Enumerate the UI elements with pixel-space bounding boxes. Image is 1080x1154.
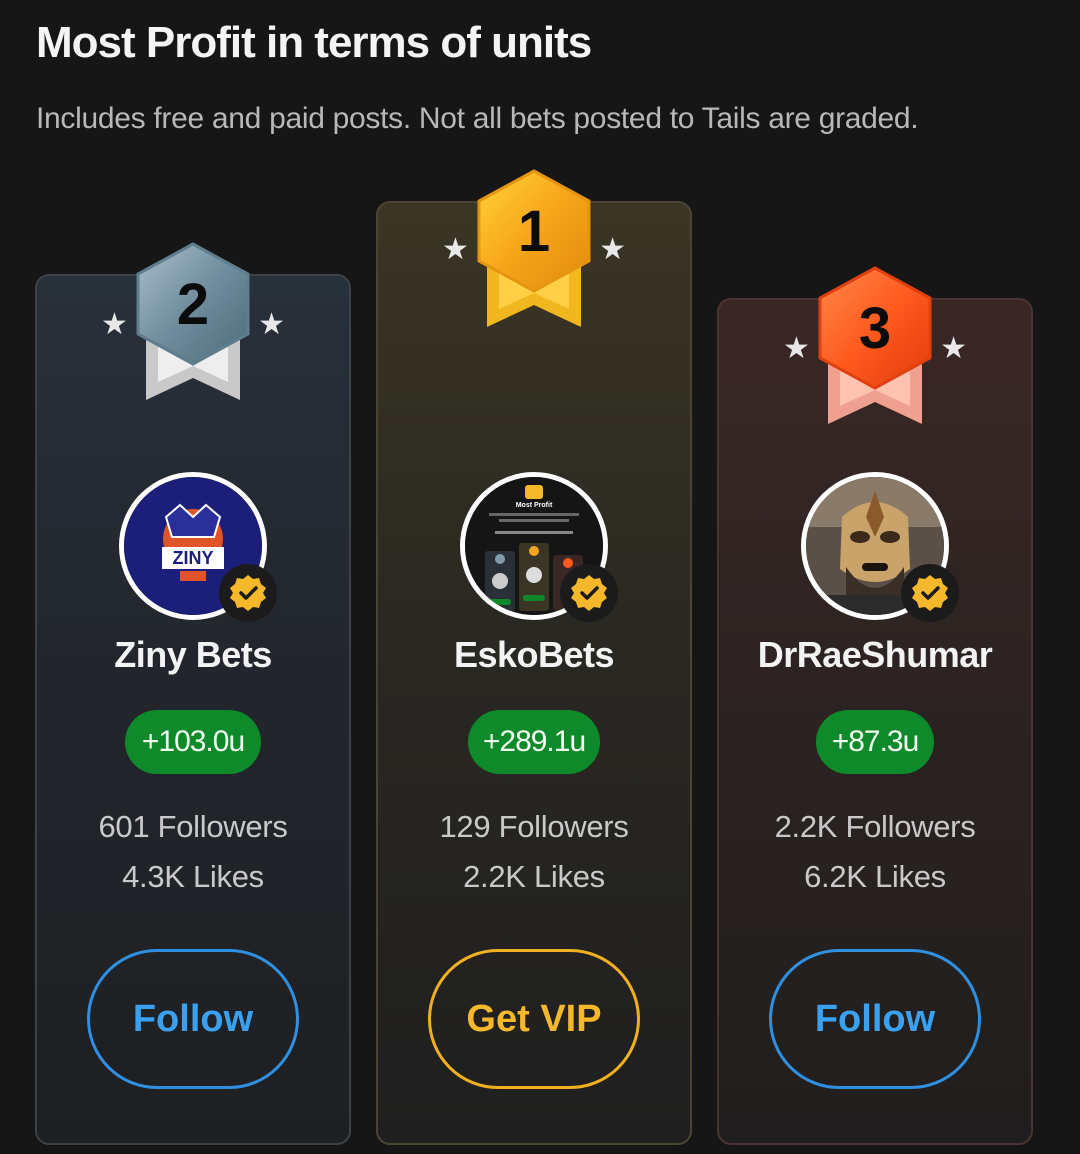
leader-name[interactable]: Ziny Bets: [37, 634, 349, 676]
leader-card-rank-2[interactable]: ★ ★ 2 ZINY Ziny Bets +103.0u 601 Followe…: [35, 242, 351, 1145]
followers-count: 2.2K Followers: [774, 809, 976, 844]
likes-count: 2.2K Likes: [463, 859, 605, 894]
verified-badge-icon: [560, 564, 618, 622]
followers-count: 129 Followers: [439, 809, 629, 844]
star-icon: ★: [940, 332, 967, 365]
followers-count: 601 Followers: [98, 809, 288, 844]
page-title: Most Profit in terms of units: [36, 18, 592, 67]
avatar-container[interactable]: ZINY: [119, 472, 277, 622]
verified-badge-icon: [219, 564, 277, 622]
follow-button[interactable]: Follow: [87, 949, 299, 1089]
profit-badge: +289.1u: [468, 710, 600, 774]
verified-badge-icon: [901, 564, 959, 622]
star-icon: ★: [442, 233, 469, 266]
leader-card-rank-3[interactable]: ★ ★ 3 DrRaeShumar +87.3u 2.2K Followers …: [717, 266, 1033, 1145]
svg-text:ZINY: ZINY: [172, 548, 213, 568]
get-vip-button[interactable]: Get VIP: [428, 949, 640, 1089]
leaderboard-page: Most Profit in terms of units Includes f…: [0, 0, 1080, 1154]
svg-text:Most Profit: Most Profit: [516, 502, 553, 509]
star-icon: ★: [599, 233, 626, 266]
profit-badge: +87.3u: [816, 710, 934, 774]
likes-count: 4.3K Likes: [122, 859, 264, 894]
profit-badge: +103.0u: [125, 710, 261, 774]
rank-number: 1: [518, 199, 550, 264]
star-icon: ★: [258, 308, 285, 341]
follow-button[interactable]: Follow: [769, 949, 981, 1089]
rank-3-medal-icon: 3: [818, 266, 932, 424]
leader-name[interactable]: DrRaeShumar: [719, 634, 1031, 676]
leader-name[interactable]: EskoBets: [378, 634, 690, 676]
likes-count: 6.2K Likes: [804, 859, 946, 894]
rank-1-medal-icon: 1: [477, 169, 591, 327]
avatar-container[interactable]: Most Profit: [460, 472, 618, 622]
star-icon: ★: [783, 332, 810, 365]
rank-number: 3: [859, 296, 891, 361]
star-icon: ★: [101, 308, 128, 341]
leader-card-rank-1[interactable]: ★ ★ 1 Most Profit EskoBets +289.1u 129 F…: [376, 169, 692, 1145]
avatar-container[interactable]: [801, 472, 959, 622]
rank-number: 2: [177, 272, 209, 337]
page-subtitle: Includes free and paid posts. Not all be…: [36, 102, 919, 135]
rank-2-medal-icon: 2: [136, 242, 250, 400]
